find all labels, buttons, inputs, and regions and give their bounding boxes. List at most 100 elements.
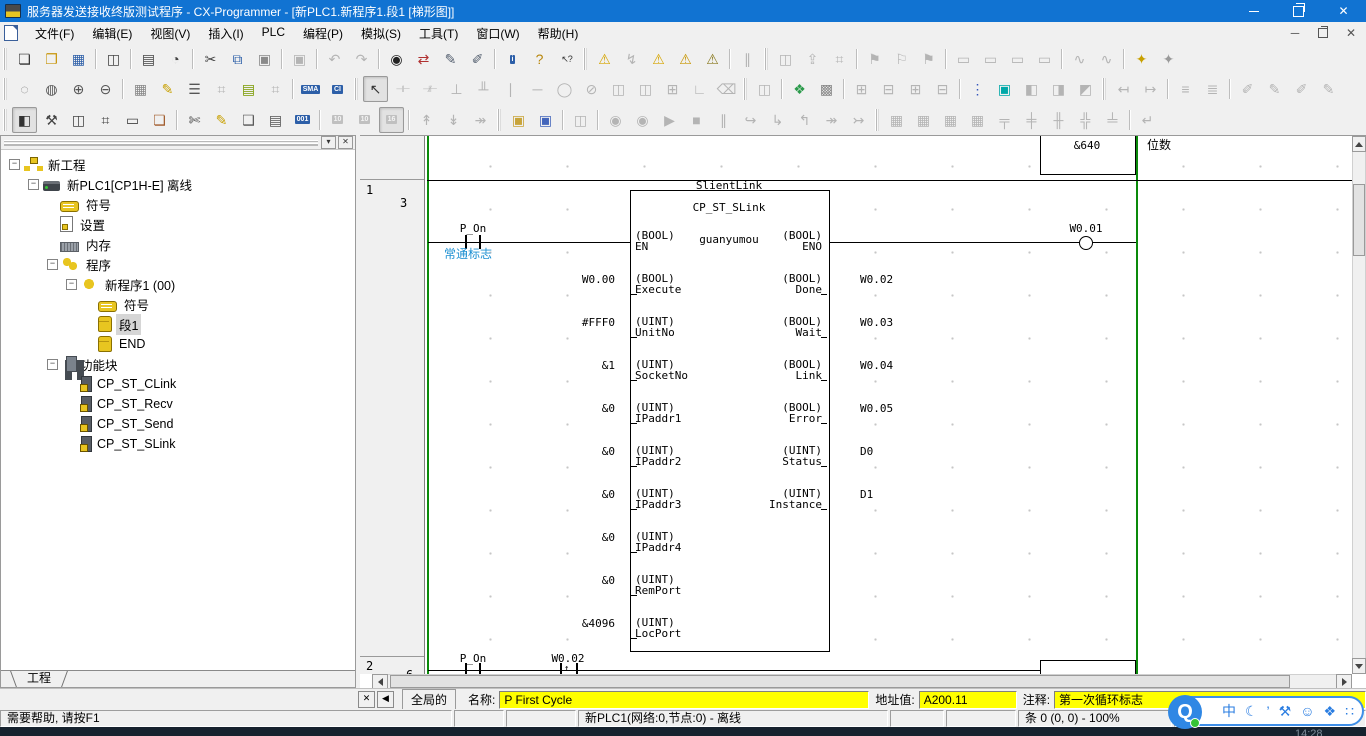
rung-list-button[interactable]: ☰	[182, 76, 207, 102]
toolbar-grip[interactable]	[3, 48, 7, 70]
section-insert-button[interactable]: ❑	[236, 107, 261, 133]
ime-logo[interactable]: Q	[1168, 695, 1202, 729]
pause-flag-button[interactable]: ∥	[735, 46, 760, 72]
tree-item--1-00-[interactable]: −新程序1 (00)	[1, 274, 355, 294]
fb-input-value-ipaddr3[interactable]: &0	[510, 489, 615, 500]
rung2-operand-box[interactable]	[1040, 660, 1136, 675]
tree-item--[interactable]: 设置	[1, 214, 355, 234]
menu-item-5[interactable]: 编程(P)	[294, 23, 352, 44]
rung-comment-edit-button[interactable]: ✎	[155, 76, 180, 102]
sim-run-button[interactable]: ▶	[657, 107, 682, 133]
radix-hex-button[interactable]: 16	[379, 107, 404, 133]
scroll-left-button[interactable]	[372, 674, 388, 688]
force-off-button[interactable]: ╪	[1019, 107, 1044, 133]
sim-pause-button[interactable]: ∥	[711, 107, 736, 133]
symbol-multi-button[interactable]: ⋮	[965, 76, 990, 102]
toolbar-grip[interactable]	[743, 78, 747, 100]
paste-button[interactable]: ▣	[252, 46, 277, 72]
radix-decimal-button[interactable]: 10	[325, 107, 350, 133]
toolbar-grip[interactable]	[1102, 78, 1106, 100]
symbol-comment-button[interactable]: ✎	[209, 107, 234, 133]
tree-item-end[interactable]: END	[1, 334, 355, 354]
menu-item-6[interactable]: 模拟(S)	[352, 23, 410, 44]
flag-clear-button[interactable]: ⚐	[889, 46, 914, 72]
sim-step-out-button[interactable]: ↰	[792, 107, 817, 133]
ime-toolbar[interactable]: Q 中☾’⚒☺❖∷	[1170, 696, 1364, 726]
fb-input-value-ipaddr1[interactable]: &0	[510, 403, 615, 414]
instruction-box-2-button[interactable]: ◫	[633, 76, 658, 102]
restore-button[interactable]	[1276, 0, 1321, 22]
mdi-document-icon[interactable]	[4, 25, 18, 41]
mdi-close-button[interactable]: ✕	[1338, 23, 1364, 43]
go-next-button[interactable]: ↡	[441, 107, 466, 133]
toolbar-grip[interactable]	[764, 48, 768, 70]
scroll-up-button[interactable]	[1352, 136, 1366, 152]
new-document-button[interactable]: ❏	[12, 46, 37, 72]
menu-item-9[interactable]: 帮助(H)	[529, 23, 588, 44]
tree-item-cp_st_recv[interactable]: CP_ST_Recv	[1, 394, 355, 414]
instruction-box-button[interactable]: ◫	[606, 76, 631, 102]
zoom-region-button[interactable]: ◍	[39, 76, 64, 102]
symbol-bar-prev-button[interactable]: ◀	[377, 691, 394, 708]
cross-reference-button[interactable]: ⌗	[93, 107, 118, 133]
row-insert-button[interactable]: ⊞	[849, 76, 874, 102]
fb-input-value-socketno[interactable]: &1	[510, 360, 615, 371]
menu-item-1[interactable]: 编辑(E)	[83, 23, 141, 44]
work-online-button[interactable]: ▣	[506, 107, 531, 133]
context-help-button[interactable]: ↖?	[554, 46, 579, 72]
row-delete-button[interactable]: ⊟	[876, 76, 901, 102]
paste-rung-button[interactable]: ▣	[287, 46, 312, 72]
symbol-name-field[interactable]: P First Cycle	[499, 691, 869, 709]
watch-word-2-button[interactable]: ▭	[978, 46, 1003, 72]
fb-output-addr-link[interactable]: W0.04	[860, 360, 940, 371]
coil-no-button[interactable]: ◯	[552, 76, 577, 102]
memory-view-1-button[interactable]: ▦	[884, 107, 909, 133]
tab-project[interactable]: 工程	[11, 671, 67, 687]
menu-item-2[interactable]: 视图(V)	[141, 23, 199, 44]
window-j-button[interactable]: ◩	[1073, 76, 1098, 102]
scroll-right-button[interactable]	[1336, 674, 1352, 688]
toolbar-grip[interactable]	[354, 78, 358, 100]
tree-item--[interactable]: −新工程	[1, 154, 355, 174]
watch-word-4-button[interactable]: ▭	[1032, 46, 1057, 72]
filter-check-button[interactable]: ⚠	[700, 46, 725, 72]
panel-grid-icon[interactable]: ∷	[1345, 704, 1354, 718]
contact-p-on-label[interactable]: P_On	[442, 223, 504, 234]
indent-left-button[interactable]: ↤	[1111, 76, 1136, 102]
work-online-simulator-button[interactable]: ▣	[533, 107, 558, 133]
io-table-button[interactable]: ▭	[120, 107, 145, 133]
pen-3-button[interactable]: ✐	[1289, 76, 1314, 102]
go-previous-button[interactable]: ↟	[414, 107, 439, 133]
delete-line-button[interactable]: ⌫	[714, 76, 739, 102]
vertical-scroll-thumb[interactable]	[1353, 184, 1365, 256]
col-insert-button[interactable]: ⊞	[903, 76, 928, 102]
contact-or-no-button[interactable]: ⊥	[444, 76, 469, 102]
watch-window-button[interactable]: ◫	[66, 107, 91, 133]
symbol-bar-close-button[interactable]: ✕	[358, 691, 375, 708]
chinese-mode-icon[interactable]: 中	[1222, 704, 1236, 718]
tree-item--[interactable]: 符号	[1, 194, 355, 214]
fb-output-addr-done[interactable]: W0.02	[860, 274, 940, 285]
emoji-icon[interactable]: ☺	[1300, 704, 1314, 718]
tree-expander[interactable]: −	[47, 359, 58, 370]
fb-input-value-remport[interactable]: &0	[510, 575, 615, 586]
tree-item-cp_st_send[interactable]: CP_ST_Send	[1, 414, 355, 434]
fb-instance-title[interactable]: SlientLink	[630, 180, 828, 191]
tree-item--plc1-cp1h-e-[interactable]: −新PLC1[CP1H-E] 离线	[1, 174, 355, 194]
function-block-call-button[interactable]: ⊞	[660, 76, 685, 102]
rung2-contact2-label[interactable]: W0.02	[538, 653, 598, 664]
tree-item-cp_st_slink[interactable]: CP_ST_SLink	[1, 434, 355, 454]
toolbar-grip[interactable]	[497, 109, 501, 131]
force-set-all-button[interactable]: ╬	[1073, 107, 1098, 133]
radix-signed-decimal-button[interactable]: 10	[352, 107, 377, 133]
properties-button[interactable]: ❏	[147, 107, 172, 133]
fb-output-addr-instance[interactable]: D1	[860, 489, 940, 500]
go-trace-button[interactable]: ↠	[468, 107, 493, 133]
indent-right-button[interactable]: ↦	[1138, 76, 1163, 102]
force-reset-all-button[interactable]: ╧	[1100, 107, 1125, 133]
toolbar-grip[interactable]	[3, 109, 7, 131]
undo-button[interactable]: ↶	[322, 46, 347, 72]
workspace-close-button[interactable]: ✕	[338, 136, 353, 149]
scroll-down-button[interactable]	[1352, 658, 1366, 674]
force-cancel-button[interactable]: ╫	[1046, 107, 1071, 133]
